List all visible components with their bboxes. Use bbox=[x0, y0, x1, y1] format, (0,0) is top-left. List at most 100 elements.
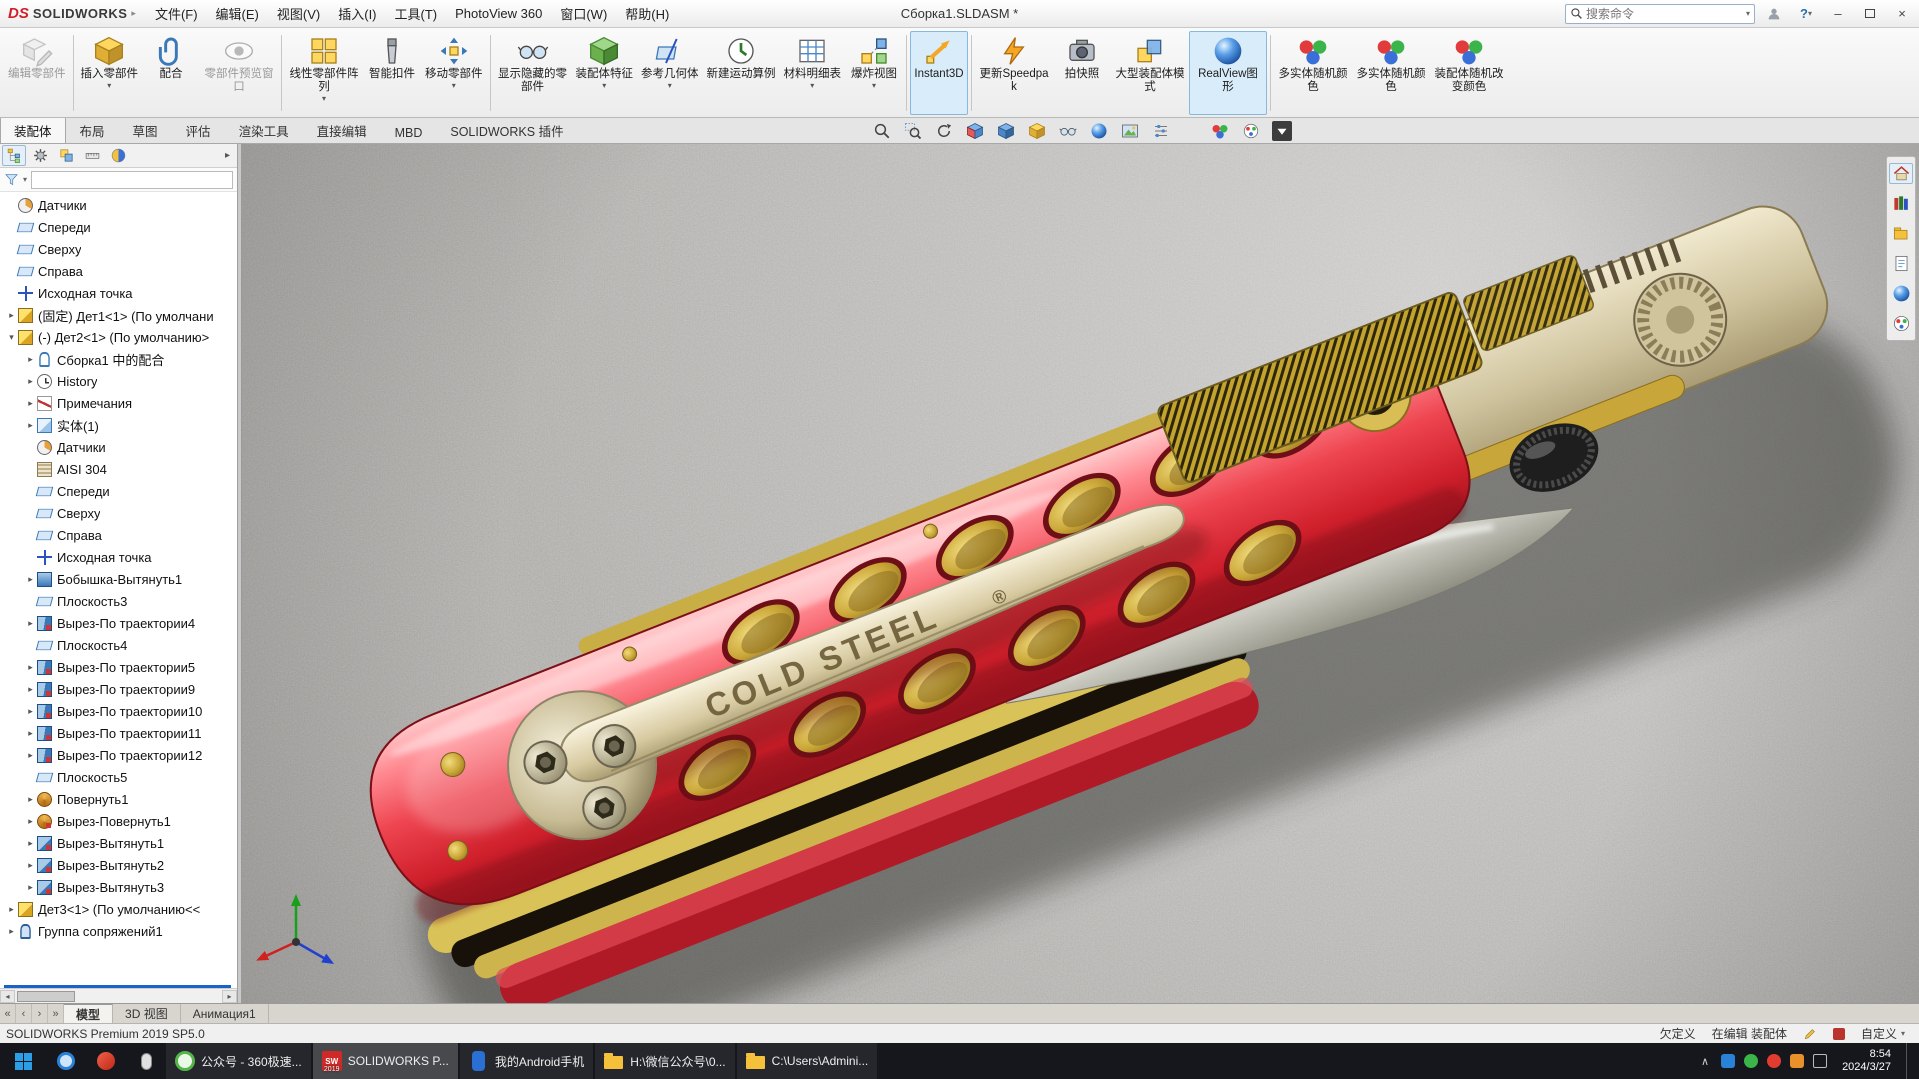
tray-icon-red[interactable] bbox=[1767, 1054, 1781, 1068]
ribbon-button[interactable] bbox=[906, 35, 907, 111]
displaymanager-tab-icon[interactable] bbox=[106, 145, 130, 166]
tree-item[interactable]: ▸ 实体(1) bbox=[0, 414, 237, 436]
model-tab[interactable]: Анимация1 bbox=[181, 1004, 269, 1023]
ribbon-button[interactable]: 零部件预览窗口 bbox=[200, 31, 278, 115]
command-search[interactable]: ▾ bbox=[1565, 4, 1755, 24]
expand-arrow-icon[interactable]: ▸ bbox=[24, 376, 37, 387]
tree-item[interactable]: Сверху bbox=[0, 238, 237, 260]
tray-icon-blue[interactable] bbox=[1721, 1054, 1735, 1068]
start-button[interactable] bbox=[0, 1043, 46, 1079]
tree-item[interactable]: ▸ Вырез-По траектории10 bbox=[0, 700, 237, 722]
tree-item[interactable]: ▸ Бобышка-Вытянуть1 bbox=[0, 568, 237, 590]
command-tab[interactable]: 布局 bbox=[66, 116, 119, 143]
expand-arrow-icon[interactable]: ▸ bbox=[24, 420, 37, 431]
tree-item[interactable]: Плоскость4 bbox=[0, 634, 237, 656]
menu-item[interactable]: 窗口(W) bbox=[551, 0, 616, 27]
tree-item[interactable]: Справа bbox=[0, 524, 237, 546]
dimxpertmanager-tab-icon[interactable] bbox=[80, 145, 104, 166]
command-tab[interactable]: 渲染工具 bbox=[225, 116, 303, 143]
ribbon-button[interactable] bbox=[490, 35, 491, 111]
tree-item[interactable]: ▸ Группа сопряжений1 bbox=[0, 920, 237, 942]
ribbon-button[interactable]: 材料明细表 ▾ bbox=[780, 31, 846, 115]
tree-item[interactable]: ▸ Повернуть1 bbox=[0, 788, 237, 810]
tree-item[interactable]: ▸ Вырез-Вытянуть1 bbox=[0, 832, 237, 854]
help-button[interactable]: ?▾ bbox=[1793, 3, 1819, 25]
tree-item[interactable]: ▸ History bbox=[0, 370, 237, 392]
tree-item[interactable]: ▸ Вырез-Повернуть1 bbox=[0, 810, 237, 832]
flyout-caret-icon[interactable] bbox=[1272, 121, 1292, 141]
tree-item[interactable]: ▸ Вырез-По траектории5 bbox=[0, 656, 237, 678]
tree-item[interactable]: ▾ (-) Дет2<1> (По умолчанию> bbox=[0, 326, 237, 348]
tree-item[interactable]: Датчики bbox=[0, 436, 237, 458]
tab-scroll-next-icon[interactable]: › bbox=[32, 1004, 48, 1023]
taskbar-app[interactable]: H:\微信公众号\0... bbox=[595, 1043, 734, 1079]
tree-item[interactable]: ▸ Вырез-По траектории12 bbox=[0, 744, 237, 766]
pinned-browser-button[interactable] bbox=[46, 1043, 86, 1079]
ribbon-button[interactable] bbox=[1270, 35, 1271, 111]
tree-item[interactable]: Сверху bbox=[0, 502, 237, 524]
ribbon-button[interactable]: 显示隐藏的零部件 bbox=[494, 31, 572, 115]
panel-flyout-chevron-icon[interactable]: ▸ bbox=[220, 150, 235, 161]
menu-item[interactable]: PhotoView 360 bbox=[446, 2, 551, 25]
user-account-button[interactable] bbox=[1761, 3, 1787, 25]
tree-item[interactable]: ▸ Вырез-По траектории9 bbox=[0, 678, 237, 700]
taskbar-clock[interactable]: 8:54 2024/3/27 bbox=[1836, 1048, 1897, 1074]
tray-icon-gray[interactable] bbox=[1813, 1054, 1827, 1068]
view-settings-icon[interactable] bbox=[1151, 121, 1171, 141]
model-tab[interactable]: 模型 bbox=[64, 1004, 113, 1023]
hide-show-items-icon[interactable] bbox=[1058, 121, 1078, 141]
tree-item[interactable]: ▸ Вырез-По траектории11 bbox=[0, 722, 237, 744]
tree-item[interactable]: ▸ Дет3<1> (По умолчанию<< bbox=[0, 898, 237, 920]
command-tab[interactable]: 装配体 bbox=[0, 116, 66, 143]
logo-expand-icon[interactable]: ▸ bbox=[131, 8, 136, 19]
rotate-view-icon[interactable] bbox=[934, 121, 954, 141]
menu-item[interactable]: 文件(F) bbox=[146, 0, 207, 27]
apply-scene-icon[interactable] bbox=[1120, 121, 1140, 141]
graphics-viewport[interactable]: COLD STEEL ® bbox=[242, 144, 1919, 1003]
menu-item[interactable]: 视图(V) bbox=[268, 0, 329, 27]
ribbon-button[interactable]: 智能扣件 bbox=[363, 31, 421, 115]
ribbon-button[interactable]: 爆炸视图 ▾ bbox=[845, 31, 903, 115]
view-palette-tab-icon[interactable] bbox=[1889, 253, 1913, 274]
taskbar-app[interactable]: 我的Android手机 bbox=[460, 1043, 593, 1079]
menu-item[interactable]: 帮助(H) bbox=[616, 0, 678, 27]
expand-arrow-icon[interactable]: ▸ bbox=[24, 750, 37, 761]
tree-item[interactable]: ▸ Вырез-По траектории4 bbox=[0, 612, 237, 634]
view-orientation-icon[interactable] bbox=[996, 121, 1016, 141]
filter-funnel-icon[interactable] bbox=[4, 172, 19, 187]
tab-scroll-last-icon[interactable]: » bbox=[48, 1004, 64, 1023]
model-tab[interactable]: 3D 视图 bbox=[113, 1004, 181, 1023]
file-explorer-tab-icon[interactable] bbox=[1889, 223, 1913, 244]
ribbon-button[interactable]: 多实体随机颜色 bbox=[1352, 31, 1430, 115]
featuremanager-tab-icon[interactable] bbox=[2, 145, 26, 166]
command-tab[interactable]: SOLIDWORKS 插件 bbox=[436, 116, 577, 143]
tree-item[interactable]: Исходная точка bbox=[0, 546, 237, 568]
ribbon-button[interactable]: Instant3D bbox=[910, 31, 968, 115]
pinned-utility-button[interactable] bbox=[126, 1043, 166, 1079]
expand-arrow-icon[interactable]: ▸ bbox=[5, 310, 18, 321]
maximize-button[interactable] bbox=[1857, 3, 1883, 25]
tree-item[interactable]: Исходная точка bbox=[0, 282, 237, 304]
ribbon-button[interactable]: 新建运动算例 bbox=[703, 31, 780, 115]
scene-palette-icon[interactable] bbox=[1241, 121, 1261, 141]
tree-horizontal-scrollbar[interactable]: ◂ ▸ bbox=[0, 988, 237, 1003]
ribbon-button[interactable] bbox=[73, 35, 74, 111]
command-tab[interactable]: 直接编辑 bbox=[303, 116, 381, 143]
expand-arrow-icon[interactable]: ▸ bbox=[24, 838, 37, 849]
expand-arrow-icon[interactable]: ▸ bbox=[24, 662, 37, 673]
ribbon-button[interactable]: 参考几何体 ▾ bbox=[637, 31, 703, 115]
tray-icon-green[interactable] bbox=[1744, 1054, 1758, 1068]
3d-scene[interactable]: COLD STEEL ® bbox=[242, 144, 1919, 1003]
search-caret-icon[interactable]: ▾ bbox=[1746, 9, 1750, 18]
expand-arrow-icon[interactable]: ▸ bbox=[24, 860, 37, 871]
command-tab[interactable]: MBD bbox=[381, 121, 437, 143]
ribbon-button[interactable]: RealView图形 bbox=[1189, 31, 1267, 115]
pinned-security-button[interactable] bbox=[86, 1043, 126, 1079]
filter-caret-icon[interactable]: ▾ bbox=[23, 175, 27, 184]
tray-expand-icon[interactable]: ∧ bbox=[1698, 1054, 1712, 1068]
expand-arrow-icon[interactable]: ▸ bbox=[24, 728, 37, 739]
propertymanager-tab-icon[interactable] bbox=[28, 145, 52, 166]
tab-scroll-first-icon[interactable]: « bbox=[0, 1004, 16, 1023]
expand-arrow-icon[interactable]: ▸ bbox=[5, 926, 18, 937]
tree-item[interactable]: ▸ (固定) Дет1<1> (По умолчани bbox=[0, 304, 237, 326]
